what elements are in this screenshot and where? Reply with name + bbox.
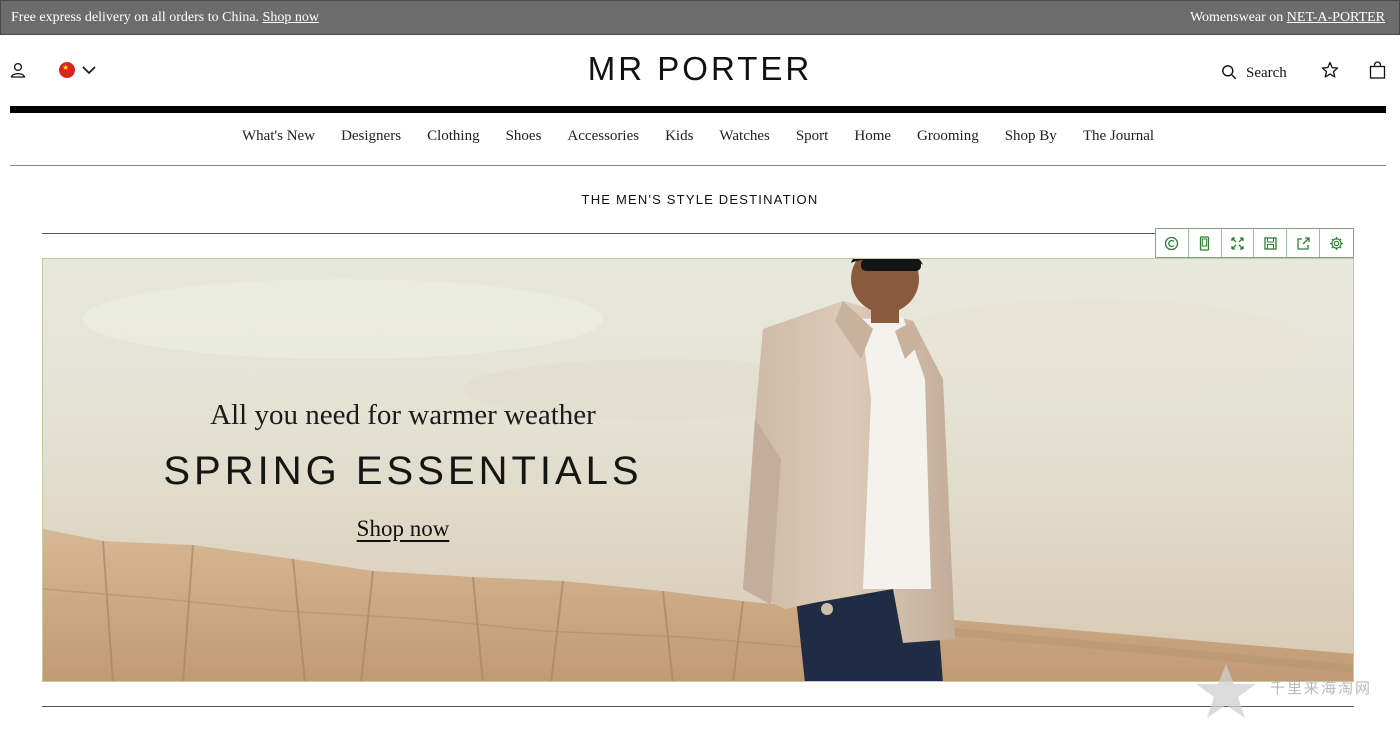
- star-icon[interactable]: [1321, 61, 1339, 79]
- promo-message-text: Free express delivery on all orders to C…: [11, 10, 260, 25]
- nav-item-accessories[interactable]: Accessories: [567, 128, 639, 150]
- search-icon: [1222, 65, 1237, 80]
- nav-item-kids[interactable]: Kids: [665, 128, 693, 150]
- hero-shop-now-link[interactable]: Shop now: [343, 516, 463, 542]
- nav-item-designers[interactable]: Designers: [341, 128, 401, 150]
- womenswear-prefix: Womenswear on: [1189, 10, 1284, 25]
- promo-shop-now-link[interactable]: Shop now: [263, 10, 319, 25]
- header-divider: [10, 106, 1386, 113]
- save-icon: [1264, 236, 1277, 250]
- capture-toolbar: [1155, 228, 1354, 258]
- hero-title: SPRING ESSENTIALS: [163, 449, 643, 493]
- nav-item-clothing[interactable]: Clothing: [427, 128, 480, 150]
- search-label: Search: [1246, 65, 1287, 81]
- copyright-button[interactable]: [1156, 229, 1189, 257]
- mobile-view-button[interactable]: [1189, 229, 1222, 257]
- china-flag-icon[interactable]: ★: [59, 62, 75, 78]
- womenswear-promo: Womenswear on NET-A-PORTER: [1190, 10, 1385, 26]
- hero-banner[interactable]: All you need for warmer weather SPRING E…: [42, 258, 1354, 682]
- share-icon: [1297, 236, 1310, 250]
- net-a-porter-link[interactable]: NET-A-PORTER: [1287, 10, 1385, 25]
- nav-item-watches[interactable]: Watches: [719, 128, 769, 150]
- promo-message: Free express delivery on all orders to C…: [11, 10, 319, 26]
- phone-icon: [1200, 235, 1210, 251]
- page-tagline: THE MEN'S STYLE DESTINATION: [581, 192, 819, 207]
- settings-button[interactable]: [1320, 229, 1353, 257]
- nav-item-sport[interactable]: Sport: [796, 128, 829, 150]
- settings-icon: [1330, 236, 1344, 250]
- nav-item-shoes[interactable]: Shoes: [506, 128, 542, 150]
- brand-logo[interactable]: MR PORTER: [500, 50, 900, 88]
- hero-subtitle: All you need for warmer weather: [210, 399, 596, 431]
- nav-item-the-journal[interactable]: The Journal: [1083, 128, 1154, 150]
- hero-bottom-divider: [42, 706, 1354, 707]
- account-icon[interactable]: [10, 62, 26, 78]
- share-button[interactable]: [1287, 229, 1321, 257]
- nav-item-whats-new[interactable]: What's New: [242, 128, 315, 150]
- nav-item-grooming[interactable]: Grooming: [917, 128, 979, 150]
- copyright-icon: [1165, 236, 1179, 250]
- fullscreen-icon: [1231, 236, 1244, 250]
- fullscreen-button[interactable]: [1222, 229, 1255, 257]
- watermark-star-icon: [1196, 664, 1256, 718]
- nav-item-home[interactable]: Home: [854, 128, 891, 150]
- shopping-bag-icon[interactable]: [1369, 61, 1386, 79]
- promo-bar: Free express delivery on all orders to C…: [0, 0, 1400, 35]
- nav-item-shop-by[interactable]: Shop By: [1005, 128, 1057, 150]
- chevron-down-icon[interactable]: [81, 63, 97, 77]
- nav-divider: [10, 165, 1386, 166]
- save-button[interactable]: [1254, 229, 1288, 257]
- main-nav: What's New Designers Clothing Shoes Acce…: [10, 128, 1386, 150]
- watermark-text: 千里来海淘网: [1270, 679, 1373, 697]
